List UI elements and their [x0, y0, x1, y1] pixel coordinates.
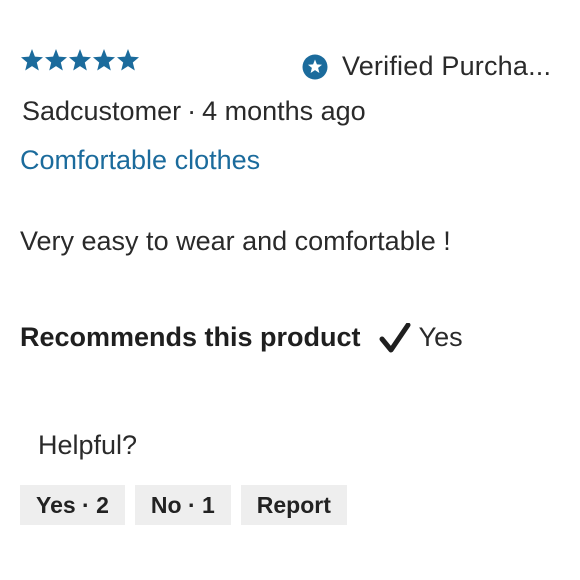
recommendation: Recommends this product Yes	[20, 322, 463, 353]
star-icon	[93, 49, 115, 71]
review-title: Comfortable clothes	[20, 145, 261, 175]
verified-purchase-label: Verified Purcha...	[342, 51, 552, 81]
star-rating	[20, 48, 140, 72]
helpful-yes-button[interactable]: Yes · 2	[20, 485, 125, 525]
verified-badge-icon	[302, 54, 328, 79]
review-date: 4 months ago	[202, 96, 366, 126]
checkmark-icon	[379, 322, 411, 352]
helpful-no-button[interactable]: No · 1	[134, 485, 231, 525]
star-icon	[21, 49, 43, 71]
report-button[interactable]: Report	[240, 485, 347, 525]
meta-separator: ·	[187, 96, 197, 126]
review-body: Very easy to wear and comfortable !	[20, 226, 451, 256]
verified-purchase-badge: Verified Purcha...	[302, 51, 551, 82]
recommend-label: Recommends this product	[20, 322, 361, 352]
star-icon	[45, 49, 67, 71]
helpful-label: Helpful?	[38, 430, 138, 460]
feedback-buttons: Yes · 2 No · 1 Report	[20, 485, 347, 525]
recommend-value: Yes	[418, 322, 463, 352]
star-icon	[117, 49, 139, 71]
review-header: Verified Purcha...	[20, 48, 560, 84]
reviewer-name: Sadcustomer	[22, 96, 182, 126]
review-meta: Sadcustomer · 4 months ago	[22, 96, 366, 127]
star-icon	[69, 49, 91, 71]
